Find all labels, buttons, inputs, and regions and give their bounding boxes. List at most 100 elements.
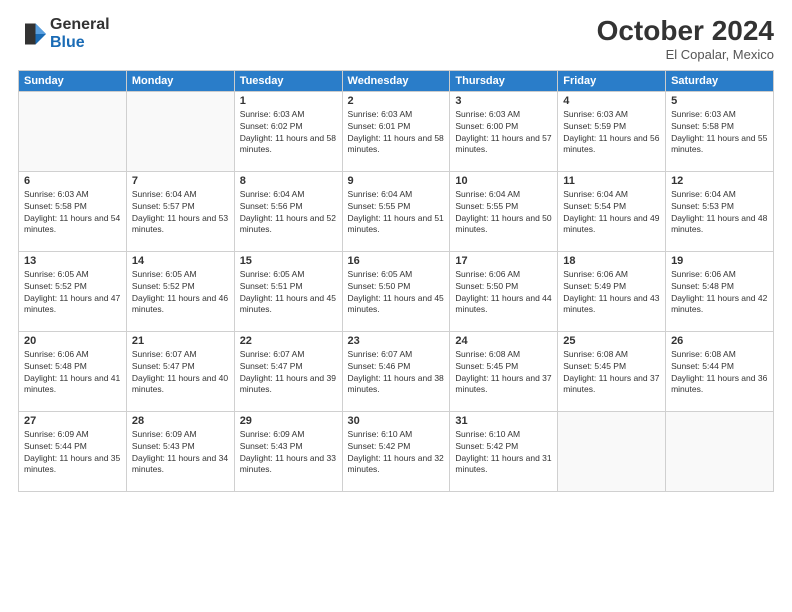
day-number: 26 (671, 335, 768, 347)
day-number: 31 (455, 415, 552, 427)
day-number: 8 (240, 175, 337, 187)
day-number: 23 (348, 335, 445, 347)
calendar-day-cell: 21Sunrise: 6:07 AM Sunset: 5:47 PM Dayli… (126, 331, 234, 411)
day-info: Sunrise: 6:10 AM Sunset: 5:42 PM Dayligh… (348, 429, 445, 477)
day-number: 29 (240, 415, 337, 427)
calendar-day-cell: 24Sunrise: 6:08 AM Sunset: 5:45 PM Dayli… (450, 331, 558, 411)
day-info: Sunrise: 6:04 AM Sunset: 5:55 PM Dayligh… (348, 189, 445, 237)
day-number: 12 (671, 175, 768, 187)
day-info: Sunrise: 6:05 AM Sunset: 5:52 PM Dayligh… (24, 269, 121, 317)
day-info: Sunrise: 6:04 AM Sunset: 5:53 PM Dayligh… (671, 189, 768, 237)
day-info: Sunrise: 6:08 AM Sunset: 5:44 PM Dayligh… (671, 349, 768, 397)
day-info: Sunrise: 6:09 AM Sunset: 5:43 PM Dayligh… (132, 429, 229, 477)
day-number: 6 (24, 175, 121, 187)
calendar-day-cell: 5Sunrise: 6:03 AM Sunset: 5:58 PM Daylig… (666, 91, 774, 171)
calendar-day-cell (558, 411, 666, 491)
calendar-day-cell: 13 Sunrise: 6:05 AM Sunset: 5:52 PM Dayli… (19, 251, 127, 331)
calendar-day-cell: 31Sunrise: 6:10 AM Sunset: 5:42 PM Dayli… (450, 411, 558, 491)
day-number: 13 (24, 255, 121, 267)
logo: General Blue (18, 16, 110, 51)
calendar-day-cell: 22 Sunrise: 6:07 AM Sunset: 5:47 PM Dayli… (234, 331, 342, 411)
day-info: Sunrise: 6:03 AM Sunset: 6:02 PM Dayligh… (240, 109, 337, 157)
calendar-day-cell: 4 Sunrise: 6:03 AM Sunset: 5:59 PM Daylig… (558, 91, 666, 171)
calendar-day-cell: 29 Sunrise: 6:09 AM Sunset: 5:43 PM Dayli… (234, 411, 342, 491)
calendar-day-cell: 16 Sunrise: 6:05 AM Sunset: 5:50 PM Dayli… (342, 251, 450, 331)
day-number: 17 (455, 255, 552, 267)
calendar-week-row: 20 Sunrise: 6:06 AM Sunset: 5:48 PM Dayli… (19, 331, 774, 411)
calendar-container: General Blue October 2024 El Copalar, Me… (0, 0, 792, 612)
day-number: 2 (348, 95, 445, 107)
day-info: Sunrise: 6:08 AM Sunset: 5:45 PM Dayligh… (455, 349, 552, 397)
calendar-day-cell: 26 Sunrise: 6:08 AM Sunset: 5:44 PM Dayli… (666, 331, 774, 411)
day-info: Sunrise: 6:07 AM Sunset: 5:47 PM Dayligh… (240, 349, 337, 397)
calendar-table: SundayMondayTuesdayWednesdayThursdayFrid… (18, 70, 774, 492)
calendar-day-cell: 11Sunrise: 6:04 AM Sunset: 5:54 PM Dayli… (558, 171, 666, 251)
location: El Copalar, Mexico (597, 47, 774, 62)
day-number: 4 (563, 95, 660, 107)
day-info: Sunrise: 6:06 AM Sunset: 5:48 PM Dayligh… (671, 269, 768, 317)
day-info: Sunrise: 6:05 AM Sunset: 5:50 PM Dayligh… (348, 269, 445, 317)
day-number: 15 (240, 255, 337, 267)
calendar-day-cell: 17Sunrise: 6:06 AM Sunset: 5:50 PM Dayli… (450, 251, 558, 331)
calendar-day-cell: 14 Sunrise: 6:05 AM Sunset: 5:52 PM Dayli… (126, 251, 234, 331)
calendar-day-cell: 25Sunrise: 6:08 AM Sunset: 5:45 PM Dayli… (558, 331, 666, 411)
calendar-day-cell: 19Sunrise: 6:06 AM Sunset: 5:48 PM Dayli… (666, 251, 774, 331)
weekday-header: Friday (558, 70, 666, 91)
day-number: 20 (24, 335, 121, 347)
calendar-day-cell: 27 Sunrise: 6:09 AM Sunset: 5:44 PM Dayli… (19, 411, 127, 491)
weekday-header: Monday (126, 70, 234, 91)
day-number: 14 (132, 255, 229, 267)
calendar-day-cell (666, 411, 774, 491)
day-number: 7 (132, 175, 229, 187)
logo-icon (18, 20, 46, 48)
weekday-header: Tuesday (234, 70, 342, 91)
day-info: Sunrise: 6:07 AM Sunset: 5:46 PM Dayligh… (348, 349, 445, 397)
day-info: Sunrise: 6:09 AM Sunset: 5:43 PM Dayligh… (240, 429, 337, 477)
calendar-day-cell: 12 Sunrise: 6:04 AM Sunset: 5:53 PM Dayli… (666, 171, 774, 251)
day-info: Sunrise: 6:04 AM Sunset: 5:54 PM Dayligh… (563, 189, 660, 237)
calendar-day-cell: 15 Sunrise: 6:05 AM Sunset: 5:51 PM Dayli… (234, 251, 342, 331)
calendar-day-cell: 2 Sunrise: 6:03 AM Sunset: 6:01 PM Daylig… (342, 91, 450, 171)
calendar-day-cell: 6Sunrise: 6:03 AM Sunset: 5:58 PM Daylig… (19, 171, 127, 251)
day-info: Sunrise: 6:09 AM Sunset: 5:44 PM Dayligh… (24, 429, 121, 477)
day-number: 5 (671, 95, 768, 107)
day-number: 27 (24, 415, 121, 427)
day-number: 16 (348, 255, 445, 267)
day-info: Sunrise: 6:03 AM Sunset: 5:59 PM Dayligh… (563, 109, 660, 157)
calendar-day-cell (126, 91, 234, 171)
calendar-week-row: 6Sunrise: 6:03 AM Sunset: 5:58 PM Daylig… (19, 171, 774, 251)
day-number: 22 (240, 335, 337, 347)
day-info: Sunrise: 6:06 AM Sunset: 5:48 PM Dayligh… (24, 349, 121, 397)
logo-general: General (50, 16, 110, 33)
day-info: Sunrise: 6:05 AM Sunset: 5:51 PM Dayligh… (240, 269, 337, 317)
day-number: 9 (348, 175, 445, 187)
calendar-day-cell: 23 Sunrise: 6:07 AM Sunset: 5:46 PM Dayli… (342, 331, 450, 411)
weekday-header: Wednesday (342, 70, 450, 91)
calendar-week-row: 13 Sunrise: 6:05 AM Sunset: 5:52 PM Dayli… (19, 251, 774, 331)
day-info: Sunrise: 6:05 AM Sunset: 5:52 PM Dayligh… (132, 269, 229, 317)
day-info: Sunrise: 6:04 AM Sunset: 5:55 PM Dayligh… (455, 189, 552, 237)
calendar-day-cell: 28 Sunrise: 6:09 AM Sunset: 5:43 PM Dayli… (126, 411, 234, 491)
weekday-header: Saturday (666, 70, 774, 91)
weekday-header: Sunday (19, 70, 127, 91)
calendar-day-cell: 9 Sunrise: 6:04 AM Sunset: 5:55 PM Daylig… (342, 171, 450, 251)
calendar-week-row: 27 Sunrise: 6:09 AM Sunset: 5:44 PM Dayli… (19, 411, 774, 491)
calendar-week-row: 1Sunrise: 6:03 AM Sunset: 6:02 PM Daylig… (19, 91, 774, 171)
calendar-day-cell: 3Sunrise: 6:03 AM Sunset: 6:00 PM Daylig… (450, 91, 558, 171)
calendar-day-cell: 18Sunrise: 6:06 AM Sunset: 5:49 PM Dayli… (558, 251, 666, 331)
weekday-header-row: SundayMondayTuesdayWednesdayThursdayFrid… (19, 70, 774, 91)
title-area: October 2024 El Copalar, Mexico (597, 16, 774, 62)
logo-blue: Blue (50, 34, 85, 51)
day-number: 30 (348, 415, 445, 427)
logo-text: General Blue (50, 16, 110, 51)
day-info: Sunrise: 6:03 AM Sunset: 6:01 PM Dayligh… (348, 109, 445, 157)
month-title: October 2024 (597, 16, 774, 47)
day-info: Sunrise: 6:04 AM Sunset: 5:57 PM Dayligh… (132, 189, 229, 237)
calendar-day-cell: 7 Sunrise: 6:04 AM Sunset: 5:57 PM Daylig… (126, 171, 234, 251)
calendar-day-cell: 30 Sunrise: 6:10 AM Sunset: 5:42 PM Dayli… (342, 411, 450, 491)
day-number: 25 (563, 335, 660, 347)
day-number: 28 (132, 415, 229, 427)
day-info: Sunrise: 6:04 AM Sunset: 5:56 PM Dayligh… (240, 189, 337, 237)
weekday-header: Thursday (450, 70, 558, 91)
calendar-day-cell (19, 91, 127, 171)
